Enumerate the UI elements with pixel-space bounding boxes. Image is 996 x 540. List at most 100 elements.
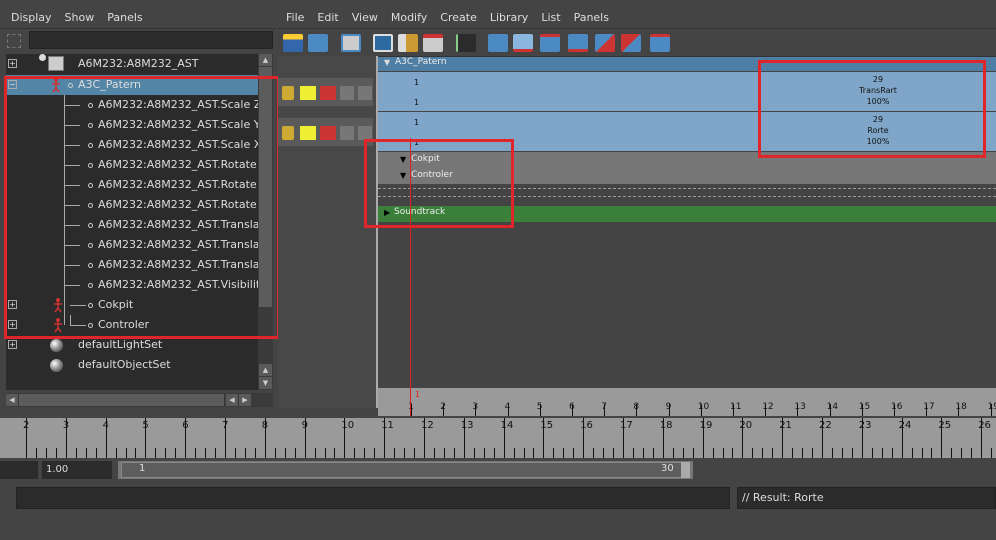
- expand-icon[interactable]: +: [8, 59, 17, 68]
- timeline-label: 13: [460, 420, 474, 431]
- ruler-label: 12: [762, 402, 774, 412]
- timeline-minor-tick: [961, 448, 963, 458]
- menu-display[interactable]: Display: [11, 11, 52, 24]
- menu-view[interactable]: View: [352, 11, 378, 24]
- blend-reverse-icon[interactable]: [621, 34, 641, 52]
- timeline-label: 3: [62, 420, 70, 431]
- timeline-minor-tick: [603, 448, 605, 458]
- ruler-label: 15: [858, 402, 871, 412]
- ruler-label: 11: [730, 402, 742, 412]
- scroll-right-icon[interactable]: ▶: [239, 394, 251, 406]
- timeline-minor-tick: [195, 448, 197, 458]
- start-time-field[interactable]: [0, 461, 38, 479]
- scroll-down-icon[interactable]: ▼: [259, 377, 272, 389]
- solo-icon[interactable]: [300, 126, 316, 140]
- split-clip-icon[interactable]: [540, 34, 560, 52]
- move-up-icon[interactable]: [340, 126, 354, 140]
- timeline-minor-tick: [135, 448, 137, 458]
- frame-playback-icon[interactable]: [398, 34, 418, 52]
- solo-icon[interactable]: [300, 86, 316, 100]
- trax-time-ruler[interactable]: 12345678910111213141516171819: [378, 388, 996, 416]
- menu-list[interactable]: List: [541, 11, 560, 24]
- timeline-minor-tick: [294, 448, 296, 458]
- timeline-minor-tick: [374, 448, 376, 458]
- scroll-left-icon[interactable]: ◀: [226, 394, 238, 406]
- blend-icon[interactable]: [595, 34, 615, 52]
- timeline-minor-tick: [215, 448, 217, 458]
- menu-modify[interactable]: Modify: [391, 11, 427, 24]
- move-up-icon[interactable]: [340, 86, 354, 100]
- ruler-label: 19: [987, 402, 996, 412]
- ruler-label: 7: [601, 402, 607, 412]
- timeline-minor-tick: [652, 448, 654, 458]
- menu-edit[interactable]: Edit: [317, 11, 338, 24]
- menu-create[interactable]: Create: [440, 11, 477, 24]
- timeline-label: 21: [779, 420, 792, 431]
- graph-anim-icon[interactable]: [650, 34, 670, 52]
- merge-clip-icon[interactable]: [568, 34, 588, 52]
- filter-icon[interactable]: [7, 34, 21, 48]
- small-sphere-icon: [39, 54, 46, 61]
- graph-editor-icon[interactable]: [456, 34, 476, 52]
- timeline-minor-tick: [921, 448, 923, 458]
- outliner-search-input[interactable]: [29, 31, 273, 49]
- range-handle[interactable]: [681, 462, 690, 478]
- menu-file[interactable]: File: [286, 11, 304, 24]
- timeline-label: 11: [381, 420, 394, 431]
- move-down-icon[interactable]: [358, 86, 372, 100]
- timeline-minor-tick: [115, 448, 117, 458]
- scroll-left-icon[interactable]: ◀: [6, 394, 18, 406]
- timeline-minor-tick: [722, 448, 724, 458]
- create-clip-icon[interactable]: [488, 34, 508, 52]
- timeline-minor-tick: [563, 448, 565, 458]
- list-item-label: A6M232:A8M232_AST: [78, 57, 199, 70]
- timeline-minor-tick: [205, 448, 207, 458]
- mute-icon[interactable]: [320, 126, 336, 140]
- create-blend-icon[interactable]: [513, 34, 533, 52]
- mute-icon[interactable]: [320, 86, 336, 100]
- timeline-minor-tick: [254, 448, 256, 458]
- list-item[interactable]: defaultObjectSet: [6, 355, 258, 375]
- timeline-label: 14: [500, 420, 514, 431]
- menu-library[interactable]: Library: [490, 11, 528, 24]
- expand-icon[interactable]: +: [8, 340, 17, 349]
- highlight-box: [364, 139, 514, 228]
- ruler-label: 5: [536, 402, 543, 412]
- timeline-minor-tick: [911, 448, 913, 458]
- move-down-icon[interactable]: [358, 126, 372, 140]
- menu-panels[interactable]: Panels: [574, 11, 609, 24]
- time-slider[interactable]: 2 3 4 5 6 7 8 9 10 11 12 13 14 15 16 17 18 19 20 21 22 23 24 25…: [0, 418, 996, 458]
- ruler-label: 18: [955, 402, 967, 412]
- time-icon[interactable]: [423, 34, 443, 52]
- timeline-minor-tick: [752, 448, 754, 458]
- ruler-label: 13: [794, 402, 806, 412]
- menu-panels[interactable]: Panels: [107, 11, 142, 24]
- visor-icon[interactable]: [341, 34, 361, 52]
- lock-icon[interactable]: [282, 86, 294, 100]
- timeline-label: 15: [540, 420, 554, 431]
- load-character-icon[interactable]: [283, 34, 303, 52]
- range-slider[interactable]: 1 30: [118, 461, 693, 479]
- list-item-label: defaultObjectSet: [78, 358, 171, 371]
- menu-show[interactable]: Show: [65, 11, 95, 24]
- track-controls-2: [278, 118, 373, 146]
- timeline-minor-tick: [324, 448, 326, 458]
- horizontal-scrollbar[interactable]: ◀ ◀ ▶: [6, 393, 273, 407]
- scroll-up-icon[interactable]: ▲: [259, 54, 272, 66]
- trax-menu: File Edit View Modify Create Library List Panel…: [286, 11, 622, 24]
- timeline-minor-tick: [881, 448, 883, 458]
- timeline-minor-tick: [364, 448, 366, 458]
- frame-all-icon[interactable]: [373, 34, 393, 52]
- timeline-label: 23: [858, 420, 872, 431]
- timeline-minor-tick: [75, 448, 77, 458]
- current-time-field[interactable]: 1.00: [42, 461, 112, 479]
- timeline-minor-tick: [85, 448, 87, 458]
- range-start-label: 1: [139, 463, 146, 474]
- scroll-thumb[interactable]: [19, 394, 224, 406]
- list-item[interactable]: + A6M232:A8M232_AST: [6, 54, 258, 74]
- light-set-icon: [50, 339, 63, 352]
- lock-icon[interactable]: [282, 126, 294, 140]
- merge-tracks-icon[interactable]: [308, 34, 328, 52]
- scroll-up-icon[interactable]: ▲: [259, 364, 272, 376]
- command-input[interactable]: [16, 487, 730, 509]
